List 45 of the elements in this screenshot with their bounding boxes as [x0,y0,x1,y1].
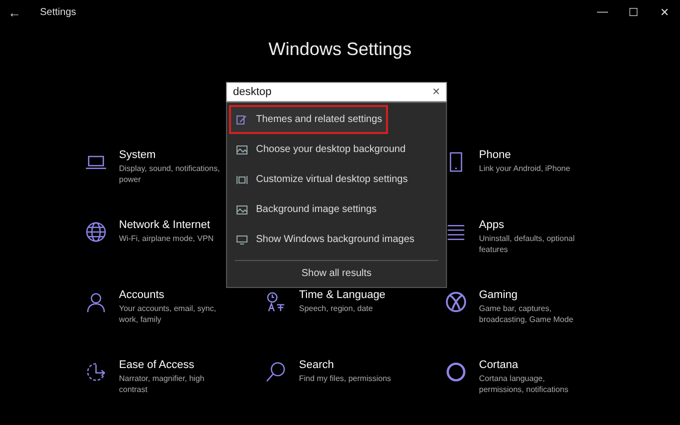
page-title: Windows Settings [267,39,413,61]
category-description: Speech, region, date [299,303,374,314]
suggestion-item[interactable]: Background image settings [229,195,444,224]
picture-icon [236,144,248,154]
category-description: Your accounts, email, sync, work, family [119,303,218,325]
category-title[interactable]: Phone [479,149,589,161]
window-title: Settings [40,7,76,18]
picture-icon [236,204,248,214]
category-title[interactable]: Ease of Access [119,359,229,371]
category-description: Cortana language, permissions, notifications [479,373,570,395]
category-title[interactable]: Cortana [479,359,589,371]
desktops-icon [236,174,248,184]
circle-icon [445,361,467,383]
category-title[interactable]: Apps [479,219,589,231]
search-icon [265,361,287,383]
category-title[interactable]: Gaming [479,289,589,301]
maximize-button[interactable]: ☐ [618,6,649,19]
category-description: Narrator, magnifier, high contrast [119,373,206,395]
category-description: Link your Android, iPhone [479,163,572,174]
xbox-icon [445,291,467,313]
ease-of-access-icon [85,361,107,383]
suggestion-item[interactable]: Customize virtual desktop settings [229,165,444,194]
category-description: Game bar, captures, broadcasting, Game Mode [479,303,574,325]
search-field[interactable]: desktop ✕ [226,82,447,102]
category-description: Display, sound, notifications, power [119,163,221,185]
show-all-results-link[interactable]: Show all results [227,261,446,287]
category-description: Uninstall, defaults, optional features [479,233,576,255]
category-title[interactable]: Time & Language [299,289,409,301]
suggestion-item[interactable]: Show Windows background images [229,225,444,254]
category-title[interactable]: Network & Internet [119,219,229,231]
suggestion-item[interactable]: Themes and related settings [229,105,388,134]
category-title[interactable]: Search [299,359,409,371]
monitor-icon [236,234,248,244]
close-button[interactable]: ✕ [649,6,680,19]
person-icon [85,291,107,313]
suggestion-item[interactable]: Choose your desktop background [229,135,444,164]
minimize-button[interactable]: — [587,6,618,19]
category-description: Wi-Fi, airplane mode, VPN [119,233,215,244]
back-button[interactable]: ← [8,5,40,20]
globe-icon [85,221,107,243]
category-description: Find my files, permissions [299,373,392,384]
clear-button[interactable]: ✕ [432,86,440,98]
category-title[interactable]: System [119,149,229,161]
clock-letters-icon [265,291,287,313]
category-title[interactable]: Accounts [119,289,229,301]
